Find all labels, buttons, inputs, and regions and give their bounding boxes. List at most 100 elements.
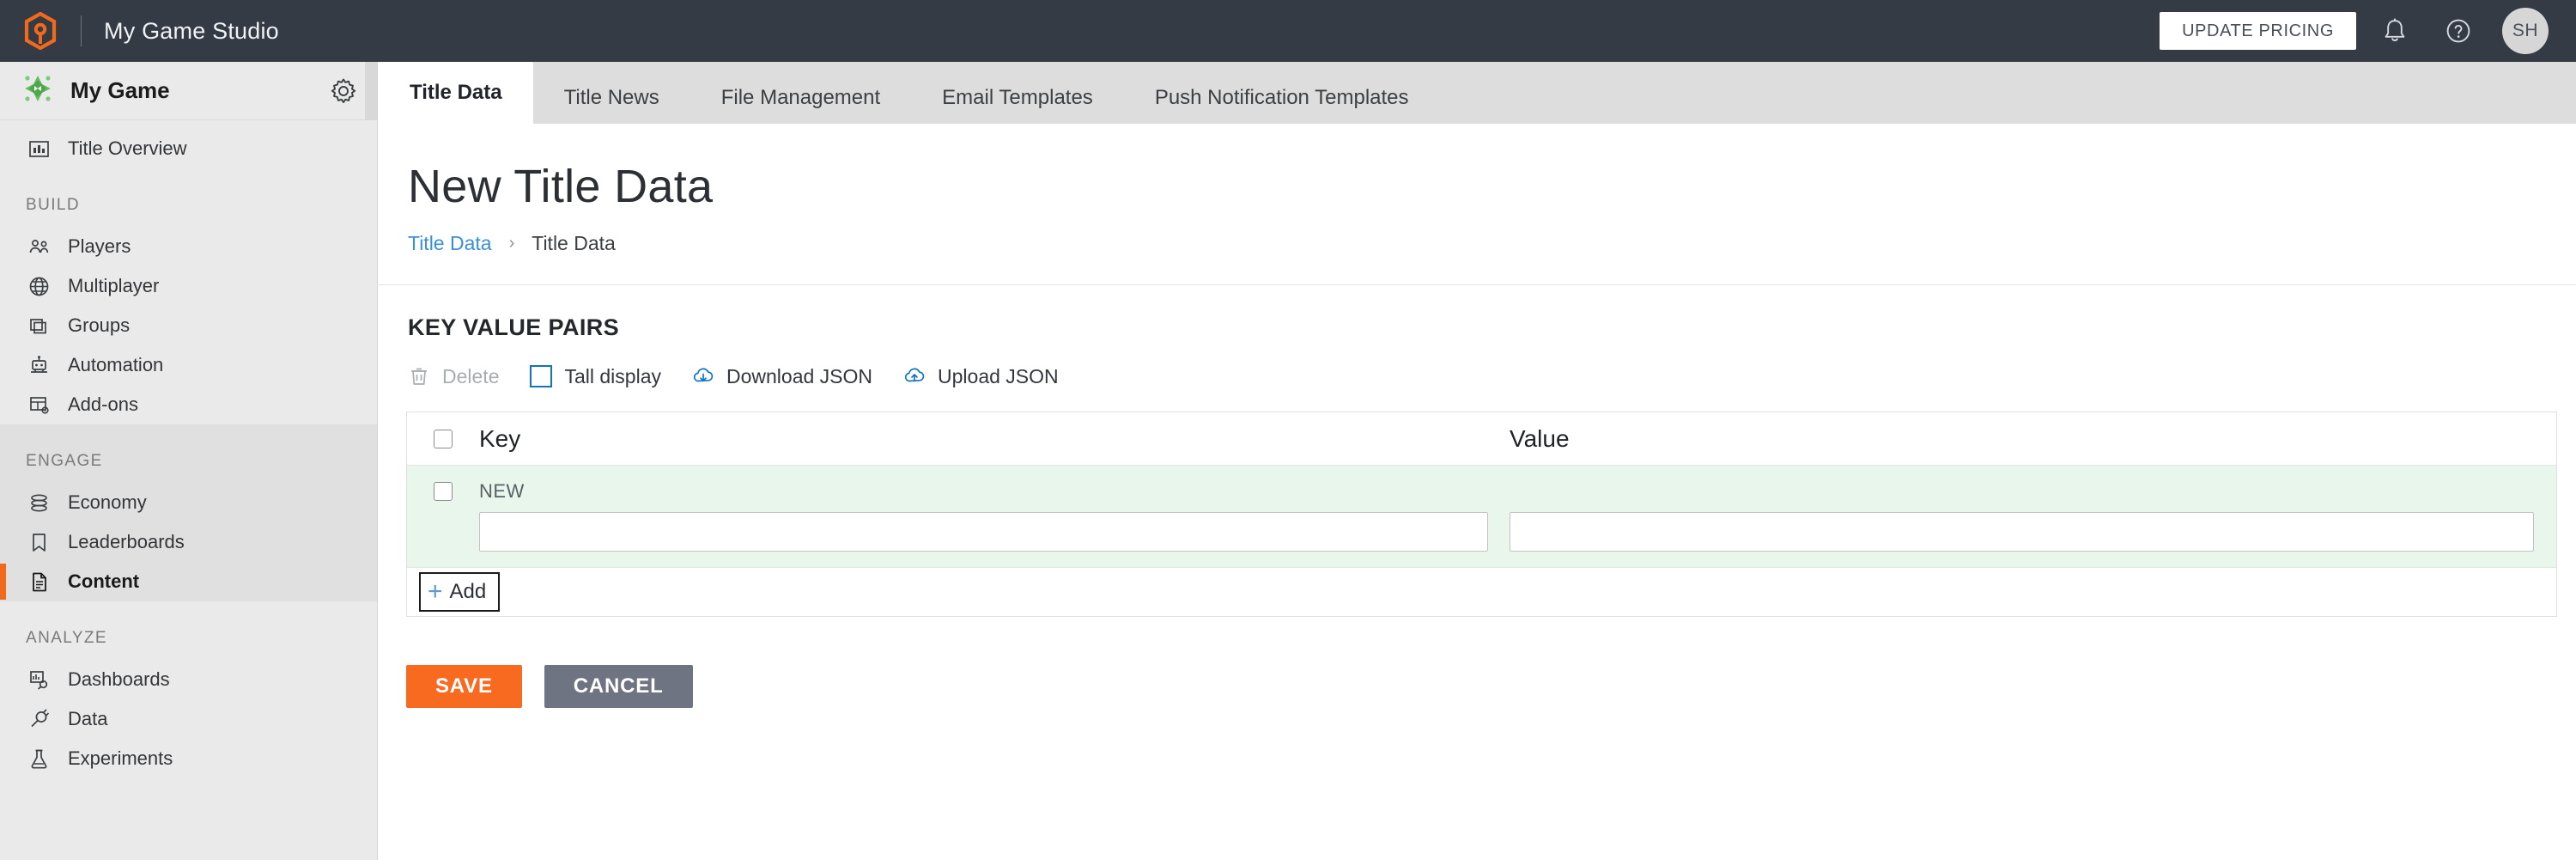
chevron-right-icon: › bbox=[509, 234, 515, 253]
kvp-toolbar: Delete Tall display Download JSON bbox=[379, 341, 2576, 389]
sidebar-item-players[interactable]: Players bbox=[0, 227, 377, 266]
gear-icon[interactable] bbox=[329, 76, 358, 106]
globe-icon bbox=[26, 273, 52, 299]
stacked-windows-icon bbox=[26, 313, 52, 339]
column-header-key: Key bbox=[479, 425, 1510, 453]
sidebar-scrollbar[interactable] bbox=[365, 62, 377, 120]
sidebar-item-groups[interactable]: Groups bbox=[0, 306, 377, 345]
sidebar-item-data[interactable]: Data bbox=[0, 699, 377, 739]
add-button[interactable]: + Add bbox=[419, 572, 500, 612]
tall-display-label: Tall display bbox=[564, 365, 661, 388]
delete-button[interactable]: Delete bbox=[406, 363, 499, 389]
sidebar-item-label: Add-ons bbox=[68, 393, 138, 416]
row-new-badge: NEW bbox=[479, 480, 525, 503]
cloud-upload-icon bbox=[902, 363, 927, 389]
download-json-button[interactable]: Download JSON bbox=[690, 363, 872, 389]
page-title: New Title Data bbox=[379, 124, 2576, 213]
main-content: New Title Data Title Data › Title Data K… bbox=[379, 124, 2576, 860]
add-button-label: Add bbox=[450, 580, 487, 604]
tab-bar: Title Data Title News File Management Em… bbox=[379, 62, 2576, 124]
sidebar-item-label: Economy bbox=[68, 491, 147, 514]
plug-icon bbox=[26, 706, 52, 732]
sidebar-section-engage: ENGAGE Economy bbox=[0, 424, 377, 601]
game-selector[interactable]: My Game bbox=[0, 62, 377, 120]
sidebar-section-label: ANALYZE bbox=[0, 607, 377, 660]
sidebar-item-label: Players bbox=[68, 235, 131, 258]
plus-icon: + bbox=[428, 579, 443, 605]
sidebar-item-label: Data bbox=[68, 708, 107, 730]
checkbox-icon bbox=[528, 363, 554, 389]
chart-search-icon bbox=[26, 667, 52, 692]
game-name: My Game bbox=[70, 77, 329, 104]
breadcrumb-link-title-data[interactable]: Title Data bbox=[408, 232, 492, 255]
sidebar-item-dashboards[interactable]: Dashboards bbox=[0, 660, 377, 699]
sidebar: My Game bbox=[0, 62, 378, 860]
sidebar-section-analyze: ANALYZE Dashboards bbox=[0, 601, 377, 778]
sidebar-item-label: Automation bbox=[68, 354, 163, 376]
notifications-button[interactable] bbox=[2370, 6, 2420, 56]
top-bar-right: UPDATE PRICING bbox=[2160, 0, 2576, 62]
value-input[interactable] bbox=[1510, 512, 2534, 552]
question-circle-icon bbox=[2445, 17, 2472, 45]
select-all-checkbox[interactable] bbox=[434, 430, 453, 448]
studio-name: My Game Studio bbox=[104, 18, 279, 45]
save-button[interactable]: SAVE bbox=[406, 665, 522, 708]
breadcrumb: Title Data › Title Data bbox=[379, 213, 2576, 255]
table-row-header: NEW bbox=[407, 466, 2556, 507]
tab-title-news[interactable]: Title News bbox=[533, 72, 690, 124]
sidebar-nav: Title Overview BUILD Players bbox=[0, 120, 377, 859]
app-root: My Game Studio UPDATE PRICING bbox=[0, 0, 2576, 860]
sidebar-item-label: Experiments bbox=[68, 747, 173, 770]
sidebar-item-label: Title Overview bbox=[68, 137, 187, 160]
robot-icon bbox=[26, 352, 52, 378]
sidebar-item-leaderboards[interactable]: Leaderboards bbox=[0, 522, 377, 562]
sidebar-item-multiplayer[interactable]: Multiplayer bbox=[0, 266, 377, 306]
flask-icon bbox=[26, 746, 52, 772]
key-value-table: Key Value NEW + Add bbox=[406, 412, 2557, 617]
sidebar-item-title-overview[interactable]: Title Overview bbox=[0, 129, 377, 168]
top-bar-left: My Game Studio bbox=[0, 12, 279, 50]
tall-display-toggle[interactable]: Tall display bbox=[528, 363, 661, 389]
table-row-inputs bbox=[407, 507, 2556, 552]
form-actions: SAVE CANCEL bbox=[379, 617, 2576, 708]
sidebar-item-label: Multiplayer bbox=[68, 275, 159, 297]
row-select-cell bbox=[407, 482, 479, 501]
delete-label: Delete bbox=[442, 365, 499, 388]
sidebar-item-automation[interactable]: Automation bbox=[0, 345, 377, 385]
sidebar-item-label: Content bbox=[68, 570, 139, 593]
grid-gear-icon bbox=[26, 392, 52, 418]
column-header-value: Value bbox=[1510, 425, 2556, 453]
sidebar-item-label: Leaderboards bbox=[68, 531, 185, 553]
tab-title-data[interactable]: Title Data bbox=[379, 62, 533, 124]
sidebar-section-build: BUILD Players bbox=[0, 168, 377, 424]
sidebar-item-content[interactable]: Content bbox=[0, 562, 377, 601]
update-pricing-button[interactable]: UPDATE PRICING bbox=[2160, 12, 2356, 50]
trash-icon bbox=[406, 363, 432, 389]
row-checkbox[interactable] bbox=[434, 482, 453, 501]
document-icon bbox=[26, 569, 52, 595]
breadcrumb-current: Title Data bbox=[532, 232, 616, 255]
bar-chart-icon bbox=[26, 136, 52, 162]
tab-file-management[interactable]: File Management bbox=[690, 72, 911, 124]
playfab-hexagon-logo-icon[interactable] bbox=[22, 12, 58, 50]
sidebar-item-economy[interactable]: Economy bbox=[0, 483, 377, 522]
sidebar-section-label: ENGAGE bbox=[0, 430, 377, 483]
bookmark-icon bbox=[26, 529, 52, 555]
coins-stack-icon bbox=[26, 490, 52, 515]
tab-email-templates[interactable]: Email Templates bbox=[911, 72, 1124, 124]
key-input[interactable] bbox=[479, 512, 1488, 552]
cancel-button[interactable]: CANCEL bbox=[544, 665, 693, 708]
upload-json-button[interactable]: Upload JSON bbox=[902, 363, 1059, 389]
sidebar-item-experiments[interactable]: Experiments bbox=[0, 739, 377, 778]
green-star-game-icon bbox=[21, 71, 55, 110]
key-value-pairs-heading: KEY VALUE PAIRS bbox=[379, 285, 2576, 341]
table-row: NEW bbox=[407, 466, 2556, 568]
add-row-container: + Add bbox=[407, 568, 2556, 616]
sidebar-item-label: Groups bbox=[68, 314, 130, 337]
tab-push-notification-templates[interactable]: Push Notification Templates bbox=[1124, 72, 1440, 124]
avatar[interactable]: SH bbox=[2502, 8, 2549, 54]
table-header-row: Key Value bbox=[407, 412, 2556, 466]
upload-json-label: Upload JSON bbox=[938, 365, 1059, 388]
sidebar-item-add-ons[interactable]: Add-ons bbox=[0, 385, 377, 424]
help-button[interactable] bbox=[2433, 6, 2483, 56]
